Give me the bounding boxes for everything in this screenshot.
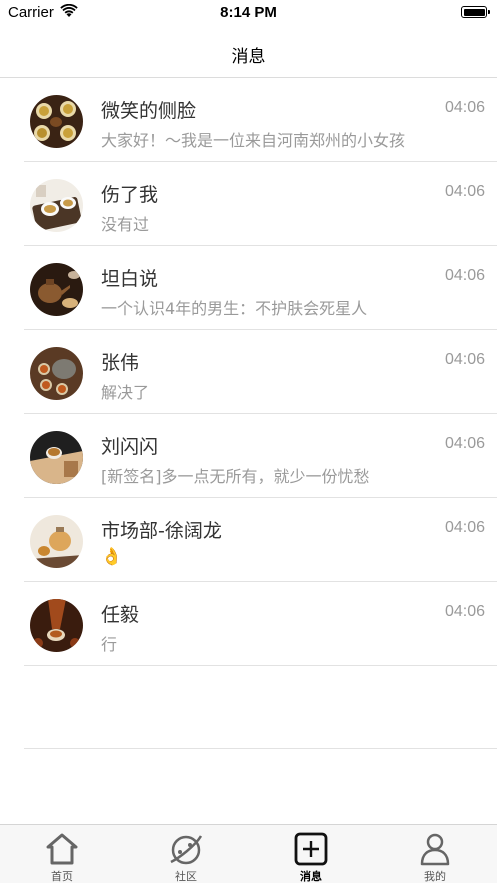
message-time: 04:06	[444, 183, 485, 200]
message-row[interactable]: 微笑的侧脸 大家好！～我是一位来自河南郑州的小女孩 04:06	[0, 78, 497, 162]
message-preview: 行	[101, 635, 118, 654]
message-row[interactable]: 任毅 行 04:06	[0, 582, 497, 666]
divider	[24, 748, 497, 749]
contact-name: 微笑的侧脸	[101, 100, 197, 122]
status-bar: Carrier 8:14 PM	[0, 0, 497, 26]
message-time: 04:06	[444, 519, 485, 536]
contact-name: 刘闪闪	[101, 436, 159, 458]
tea-set-avatar[interactable]	[30, 95, 83, 148]
message-row[interactable]: 刘闪闪 [新签名]多一点无所有，就少一份忧愁 04:06	[0, 414, 497, 498]
message-time: 04:06	[444, 267, 485, 284]
tea-cups-avatar[interactable]	[30, 179, 83, 232]
tab-messages[interactable]: 消息	[249, 825, 373, 883]
message-time: 04:06	[444, 99, 485, 116]
plus-square-icon	[294, 832, 328, 866]
tea-tray-avatar[interactable]	[30, 347, 83, 400]
message-preview: 没有过	[101, 215, 150, 234]
contact-name: 伤了我	[101, 184, 159, 206]
status-time: 8:14 PM	[220, 4, 277, 21]
message-preview: [新签名]多一点无所有，就少一份忧愁	[101, 467, 370, 486]
tab-label: 消息	[300, 870, 322, 883]
contact-name: 任毅	[101, 604, 140, 626]
message-list: 微笑的侧脸 大家好！～我是一位来自河南郑州的小女孩 04:06 伤了我 没有过 …	[0, 78, 497, 666]
message-preview: 👌	[101, 547, 122, 567]
tab-bar: 首页 社区 消息 我的	[0, 824, 497, 883]
tab-community[interactable]: 社区	[124, 825, 248, 883]
tea-pour-avatar[interactable]	[30, 599, 83, 652]
message-row[interactable]: 张伟 解决了 04:06	[0, 330, 497, 414]
glass-teapot-avatar[interactable]	[30, 515, 83, 568]
tab-label: 首页	[51, 870, 73, 883]
message-row[interactable]: 伤了我 没有过 04:06	[0, 162, 497, 246]
battery-icon	[461, 6, 490, 18]
navigation-bar: 消息	[0, 26, 497, 78]
message-time: 04:06	[444, 603, 485, 620]
message-time: 04:06	[444, 435, 485, 452]
ok-hand-emoji: 👌	[101, 547, 123, 567]
tea-cup-avatar[interactable]	[30, 431, 83, 484]
home-icon	[46, 833, 78, 865]
message-preview: 一个认识4年的男生：不护肤会死星人	[101, 299, 368, 318]
contact-name: 张伟	[101, 352, 140, 374]
teapot-avatar[interactable]	[30, 263, 83, 316]
contact-name: 市场部-徐阔龙	[101, 520, 222, 542]
message-row[interactable]: 市场部-徐阔龙 👌 04:06	[0, 498, 497, 582]
tab-home[interactable]: 首页	[0, 825, 124, 883]
message-preview: 大家好！～我是一位来自河南郑州的小女孩	[101, 131, 406, 150]
message-row[interactable]: 坦白说 一个认识4年的男生：不护肤会死星人 04:06	[0, 246, 497, 330]
message-time: 04:06	[444, 351, 485, 368]
tab-label: 社区	[175, 870, 197, 883]
tab-profile[interactable]: 我的	[373, 825, 497, 883]
contact-name: 坦白说	[101, 268, 159, 290]
page-title: 消息	[231, 47, 266, 67]
message-preview: 解决了	[101, 383, 150, 402]
tab-label: 我的	[424, 870, 446, 883]
planet-icon	[170, 835, 203, 865]
person-icon	[420, 833, 450, 866]
